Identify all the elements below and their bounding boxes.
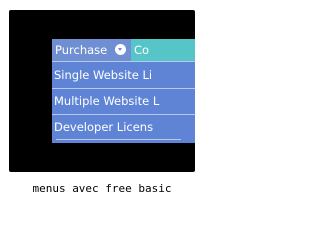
submenu-separator xyxy=(52,88,195,89)
submenu-item-developer-license[interactable]: Developer Licens xyxy=(52,116,195,138)
chevron-down-icon xyxy=(115,44,126,55)
submenu-item-label: Single Website Li xyxy=(54,68,153,82)
submenu-separator xyxy=(56,139,181,140)
menu-item-label: Purchase xyxy=(55,43,108,57)
submenu-item-label: Developer Licens xyxy=(54,120,154,134)
dropdown-menu: Purchase Co Single Website Li Multiple W… xyxy=(52,39,195,143)
submenu-item-label: Multiple Website L xyxy=(54,94,160,108)
submenu-item-single-website[interactable]: Single Website Li xyxy=(52,64,195,86)
menu-item-label: Co xyxy=(134,43,150,57)
menu-item-purchase[interactable]: Purchase xyxy=(52,39,131,61)
caption: menus avec free basic xyxy=(32,182,172,195)
submenu-item-multiple-website[interactable]: Multiple Website L xyxy=(52,90,195,112)
submenu-separator xyxy=(52,114,195,115)
demo-frame: Purchase Co Single Website Li Multiple W… xyxy=(9,10,195,172)
submenu: Single Website Li Multiple Website L Dev… xyxy=(52,61,195,143)
menu-item-next[interactable]: Co xyxy=(131,39,195,61)
menu-bar: Purchase Co xyxy=(52,39,195,61)
